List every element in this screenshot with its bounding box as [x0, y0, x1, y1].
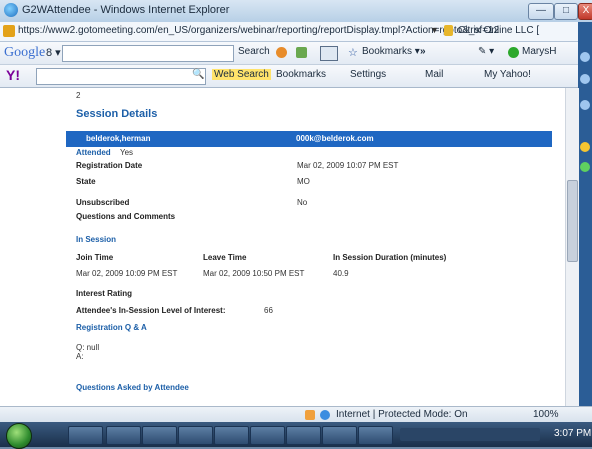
taskbar-button-3[interactable] — [142, 426, 177, 445]
title-bar: G2WAttendee - Windows Internet Explorer … — [0, 0, 592, 23]
state-value: MO — [297, 177, 310, 186]
url-field[interactable]: https://www2.gotomeeting.com/en_US/organ… — [18, 25, 499, 36]
minimize-button[interactable]: — — [528, 3, 554, 20]
page-title: Session Details — [76, 108, 158, 120]
google-search-input[interactable] — [62, 45, 234, 62]
state-label: State — [76, 177, 96, 186]
sidebar-button-4[interactable] — [580, 142, 590, 152]
leave-time-value: Mar 02, 2009 10:50 PM EST — [203, 269, 305, 278]
interest-level-value: 66 — [264, 306, 273, 315]
registration-date-value: Mar 02, 2009 10:07 PM EST — [297, 161, 399, 170]
join-time-header: Join Time — [76, 253, 114, 262]
answer-text: A: — [76, 352, 84, 361]
interest-level-label: Attendee's In-Session Level of Interest: — [76, 306, 226, 315]
duration-value: 40.9 — [333, 269, 349, 278]
google-user-name[interactable]: MarysH — [522, 46, 556, 57]
status-bar: Internet | Protected Mode: On 100% — [0, 406, 592, 423]
yahoo-logo[interactable]: Y! — [6, 67, 20, 83]
taskbar-button-7[interactable] — [286, 426, 321, 445]
yahoo-toolbar: Y! 🔍 Web Search Bookmarks Settings Mail … — [0, 65, 578, 88]
attended-value: Yes — [120, 148, 134, 157]
unsubscribed-value: No — [297, 198, 308, 207]
google-logo[interactable]: Google — [4, 45, 45, 61]
join-time-value: Mar 02, 2009 10:09 PM EST — [76, 269, 178, 278]
attendee-email: 000k@belderok.com — [296, 134, 374, 143]
yahoo-mail-menu[interactable]: Mail — [425, 69, 443, 80]
taskbar-button-4[interactable] — [178, 426, 213, 445]
zoom-level[interactable]: 100% — [533, 409, 559, 420]
row-number: 2 — [76, 91, 81, 100]
page-content: 2 Session Details belderok,herman 000k@b… — [0, 88, 578, 406]
taskbar-clock[interactable]: 3:07 PM — [554, 428, 591, 439]
sidebar-button-1[interactable] — [580, 52, 590, 62]
ie-app-icon — [4, 3, 18, 17]
unsubscribed-label: Unsubscribed — [76, 198, 130, 207]
taskbar-button-1[interactable] — [68, 426, 103, 445]
scrollbar-thumb[interactable] — [567, 180, 578, 262]
site-favicon-icon — [3, 25, 15, 37]
certificate-label[interactable]: Citrix Online LLC [ — [458, 25, 539, 36]
duration-header: In Session Duration (minutes) — [333, 253, 447, 262]
sidebar-rail — [578, 22, 592, 422]
google-search-button[interactable]: Search — [238, 46, 270, 57]
google-account-dropdown[interactable]: 8 ▾ — [46, 46, 61, 59]
taskbar-button-5[interactable] — [214, 426, 249, 445]
in-session-heading: In Session — [76, 235, 117, 244]
page-options-icon[interactable] — [320, 46, 338, 61]
security-shield-icon — [305, 410, 315, 420]
leave-time-header: Leave Time — [203, 253, 247, 262]
sidebar-button-3[interactable] — [580, 100, 590, 110]
start-button[interactable] — [6, 423, 32, 449]
sidebar-button-2[interactable] — [580, 74, 590, 84]
internet-zone-icon — [320, 410, 330, 420]
wrench-icon[interactable]: ✎ ▾ — [478, 46, 494, 57]
yahoo-search-input[interactable] — [36, 68, 206, 85]
google-bookmarks-menu[interactable]: Bookmarks ▾ — [362, 46, 420, 57]
window-title: G2WAttendee - Windows Internet Explorer — [22, 4, 230, 16]
attendee-header-bar: belderok,herman 000k@belderok.com — [66, 131, 552, 147]
toolbar-overflow-icon[interactable]: » — [420, 46, 426, 57]
registration-qa-heading: Registration Q & A — [76, 323, 147, 332]
lock-icon[interactable] — [444, 25, 453, 36]
taskbar-button-2[interactable] — [106, 426, 141, 445]
yahoo-settings-menu[interactable]: Settings — [350, 69, 386, 80]
interest-rating-heading: Interest Rating — [76, 289, 133, 298]
attended-label: Attended — [76, 148, 111, 157]
close-button[interactable]: X — [578, 3, 592, 20]
registration-date-label: Registration Date — [76, 161, 143, 170]
web-search-button[interactable]: Web Search — [212, 69, 271, 80]
system-tray[interactable] — [400, 428, 540, 441]
question-text: Q: null — [76, 343, 100, 352]
url-dropdown-icon[interactable]: ▼ — [430, 25, 439, 35]
star-icon[interactable]: ☆ — [348, 46, 358, 59]
pagerank-icon[interactable] — [276, 47, 287, 58]
yahoo-bookmarks-menu[interactable]: Bookmarks — [276, 69, 326, 80]
questions-comments-heading: Questions and Comments — [76, 212, 176, 221]
account-status-icon — [508, 47, 519, 58]
google-toolbar: Google 8 ▾ Search ☆ Bookmarks ▾ » ✎ ▾ Ma… — [0, 42, 578, 65]
attendee-name: belderok,herman — [86, 134, 151, 143]
taskbar-button-9[interactable] — [358, 426, 393, 445]
address-bar[interactable]: https://www2.gotomeeting.com/en_US/organ… — [0, 22, 578, 42]
security-zone-text[interactable]: Internet | Protected Mode: On — [336, 409, 468, 420]
plus-icon[interactable] — [296, 47, 307, 58]
my-yahoo-menu[interactable]: My Yahoo! — [484, 69, 531, 80]
maximize-button[interactable]: □ — [554, 3, 578, 20]
taskbar-button-8[interactable] — [322, 426, 357, 445]
taskbar-button-6[interactable] — [250, 426, 285, 445]
search-icon[interactable]: 🔍 — [192, 69, 204, 80]
sidebar-button-5[interactable] — [580, 162, 590, 172]
questions-asked-heading: Questions Asked by Attendee — [76, 383, 189, 392]
taskbar: 3:07 PM — [0, 422, 592, 449]
